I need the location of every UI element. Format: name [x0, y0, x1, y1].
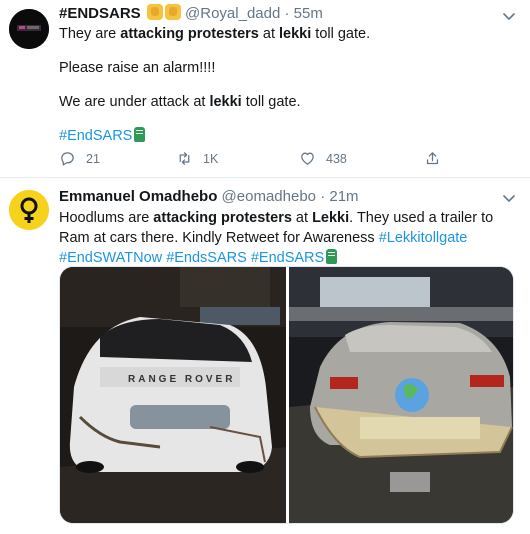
text-span: toll gate.	[241, 94, 301, 110]
heart-icon	[301, 152, 314, 165]
tweet-header: #ENDSARS @Royal_dadd · 55m	[59, 4, 323, 22]
raised-fist-emoji-icon	[164, 4, 181, 20]
text-span: We are under attack at	[59, 94, 210, 110]
like-button[interactable]: 438	[299, 150, 347, 167]
hashtag-link[interactable]: #EndsSARS	[166, 250, 247, 266]
tweet-1[interactable]: #ENDSARS @Royal_dadd · 55m They are atta…	[0, 0, 530, 178]
text-span: toll gate.	[311, 26, 371, 42]
separator-dot: ·	[284, 5, 290, 22]
display-name[interactable]: Emmanuel Omadhebo	[59, 188, 217, 205]
chevron-down-icon[interactable]	[502, 191, 516, 205]
tweet-actions: 21 1K 438	[59, 150, 499, 170]
share-button[interactable]	[424, 150, 451, 167]
tweet-text: Hoodlums are attacking protesters at Lek…	[59, 208, 519, 268]
hashtag-link[interactable]: #Lekkitollgate	[379, 230, 468, 246]
tweet-text-line: #EndSARS	[59, 126, 519, 146]
handle[interactable]: @Royal_dadd	[185, 5, 280, 22]
reply-count: 21	[86, 151, 100, 166]
display-name[interactable]: #ENDSARS	[59, 5, 141, 22]
tweet-2[interactable]: Emmanuel Omadhebo @eomadhebo · 21m Hoodl…	[0, 178, 530, 534]
like-count: 438	[326, 151, 347, 166]
avatar[interactable]	[9, 9, 49, 49]
car-badge-text: RANGE ROVER	[128, 374, 235, 385]
tweet-text-line: They are attacking protesters at lekki t…	[59, 24, 519, 44]
retweet-count: 1K	[203, 151, 219, 166]
hashtag-link[interactable]: #EndSARS	[251, 250, 324, 266]
handle[interactable]: @eomadhebo	[222, 188, 316, 205]
photo-right[interactable]	[289, 267, 514, 524]
avatar[interactable]	[9, 190, 49, 230]
highlight-text: attacking protesters	[120, 26, 259, 42]
chevron-down-icon[interactable]	[502, 9, 516, 23]
share-icon	[426, 152, 439, 165]
raised-fist-emoji-icon	[146, 4, 163, 20]
timestamp[interactable]: 55m	[294, 5, 323, 22]
reply-icon	[61, 152, 74, 166]
green-fist-icon	[326, 249, 338, 264]
tweet-text-line: We are under attack at lekki toll gate.	[59, 92, 519, 112]
tweet-text-line: Please raise an alarm!!!!	[59, 60, 216, 76]
media-photos: RANGE ROVER	[60, 267, 514, 524]
timestamp[interactable]: 21m	[329, 188, 358, 205]
text-span: at	[258, 26, 280, 42]
text-span: Hoodlums are	[59, 210, 154, 226]
separator-dot: ·	[320, 188, 326, 205]
text-span: at	[291, 210, 313, 226]
photo-left[interactable]: RANGE ROVER	[60, 267, 286, 524]
hashtag-link[interactable]: #EndSWATNow	[59, 250, 162, 266]
hashtag-link[interactable]: #EndSARS	[59, 128, 132, 144]
highlight-text: lekki	[279, 26, 312, 42]
female-symbol-avatar-icon	[9, 190, 49, 230]
text-span: They are	[59, 26, 121, 42]
retweet-button[interactable]: 1K	[176, 150, 218, 167]
highlight-text: Lekki	[312, 210, 350, 226]
green-fist-icon	[134, 127, 146, 142]
highlight-text: lekki	[209, 94, 242, 110]
highlight-text: attacking protesters	[153, 210, 292, 226]
avatar-image	[9, 9, 49, 49]
tweet-header: Emmanuel Omadhebo @eomadhebo · 21m	[59, 188, 359, 205]
retweet-icon	[179, 152, 190, 165]
reply-button[interactable]: 21	[59, 150, 100, 167]
media-grid: RANGE ROVER	[59, 266, 514, 524]
